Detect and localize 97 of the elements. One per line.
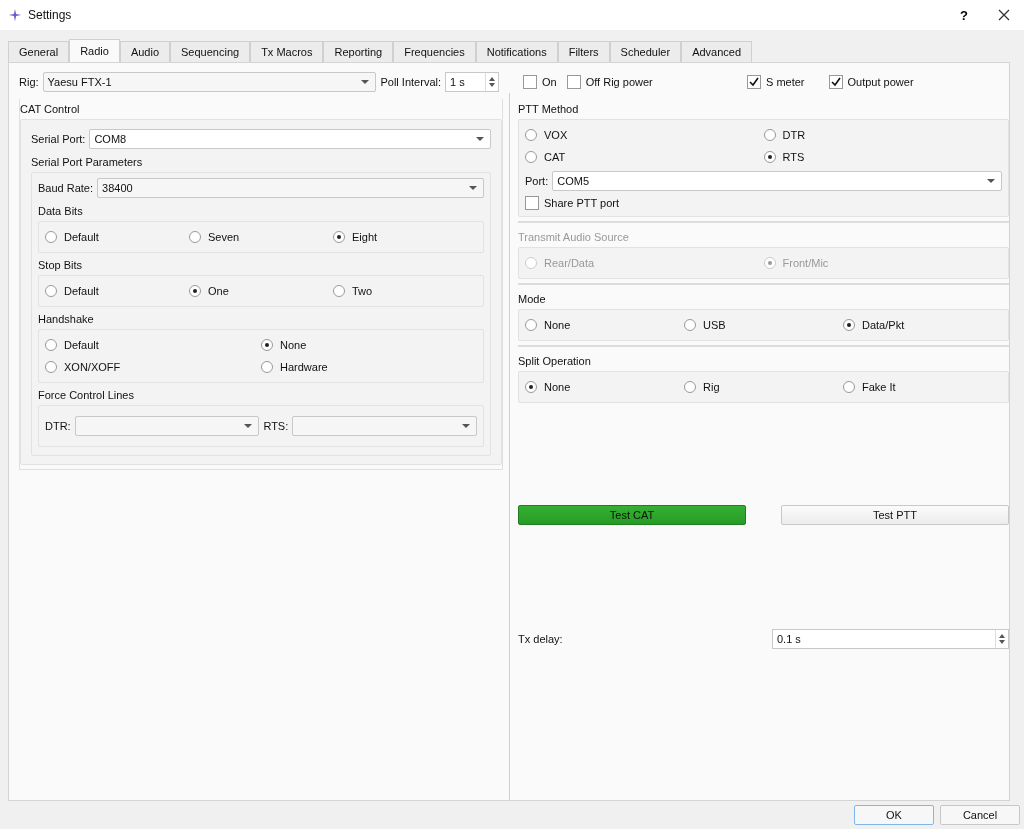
radio-button[interactable] [525,381,537,393]
section-title: Force Control Lines [38,388,135,403]
radio-label: None [544,381,571,393]
radio-label: RTS [782,151,805,163]
checkbox-label: Output power [847,76,914,88]
radio-button[interactable] [189,231,201,243]
checkbox-label: On [542,76,557,88]
tab[interactable]: Filters [557,41,610,62]
poll-interval-label: Poll Interval: [380,76,441,88]
radio-label: XON/XOFF [64,361,121,373]
section-title: Serial Port Parameters [31,155,144,170]
tx-delay-spinbox[interactable]: 0.1 s [772,629,1009,649]
tx-delay-label: Tx delay: [518,633,564,645]
checkbox[interactable] [566,75,581,89]
baud-rate-dropdown[interactable]: 38400 [97,178,484,198]
checkbox-label: Share PTT port [544,197,619,209]
checkbox[interactable] [828,75,843,89]
section-title: CAT Control [20,102,81,117]
radio-button[interactable] [45,339,57,351]
radio-button[interactable] [45,361,57,373]
radio-label: Data/Pkt [862,319,905,331]
radio-button[interactable] [525,129,537,141]
app-icon [8,8,22,22]
window-title: Settings [28,8,72,22]
radio-label: One [208,285,229,297]
test-button[interactable]: Test PTT [781,505,1009,525]
radio-label: Default [64,339,99,351]
port-dropdown[interactable]: COM5 [552,171,1002,191]
rts-label: RTS: [263,420,289,432]
poll-interval-spinbox[interactable]: 1 s [445,72,499,92]
tab[interactable]: Frequencies [393,41,476,62]
dtr-label: DTR: [45,420,71,432]
tab[interactable]: Reporting [323,41,394,62]
radio-label: Hardware [280,361,328,373]
radio-label: Default [64,231,99,243]
tab[interactable]: Scheduler [609,41,682,62]
radio-label: DTR [782,129,806,141]
radio-label: None [280,339,307,351]
radio-label: Front/Mic [782,257,829,269]
checkbox[interactable] [747,75,761,89]
radio-button[interactable] [763,129,776,141]
dialog-button[interactable]: OK [854,805,934,825]
radio-button[interactable] [763,151,776,163]
radio-button[interactable] [684,319,696,331]
radio-label: Fake It [862,381,896,393]
tab[interactable]: Audio [119,41,171,62]
tab[interactable]: Radio [69,39,120,62]
radio-button[interactable] [261,339,273,351]
radio-label: Default [64,285,99,297]
radio-button[interactable] [843,381,855,393]
radio-button[interactable] [684,381,696,393]
radio-button[interactable] [45,285,57,297]
section-title: Stop Bits [38,258,84,273]
radio-label: VOX [544,129,568,141]
dtr-dropdown[interactable] [74,416,260,436]
radio-label: Rear/Data [544,257,595,269]
tab[interactable]: Advanced [681,41,753,62]
rig-dropdown[interactable]: Yaesu FTX-1 [42,72,377,92]
radio-button[interactable] [333,231,345,243]
section-title: PTT Method [518,102,580,117]
serial-port-label: Serial Port: [31,133,86,145]
serial-port-dropdown[interactable]: COM8 [89,129,491,149]
checkbox[interactable] [523,75,537,89]
radio-label: Two [352,285,373,297]
rig-label: Rig: [19,76,39,88]
tab[interactable]: Notifications [475,41,558,62]
section-title: Transmit Audio Source [518,230,630,245]
dialog-button[interactable]: Cancel [940,805,1020,825]
section-title: Handshake [38,312,95,327]
tab[interactable]: General [8,41,70,62]
section-title: Mode [518,292,547,307]
radio-button[interactable] [525,151,537,163]
radio-label: Rig [703,381,720,393]
radio-button[interactable] [333,285,345,297]
checkbox-label: S meter [766,76,805,88]
section-title: Split Operation [518,354,592,369]
checkbox[interactable] [525,196,539,210]
help-button[interactable]: ? [956,7,972,23]
radio-button[interactable] [45,231,57,243]
radio-label: Seven [208,231,240,243]
tab[interactable]: Sequencing [170,41,251,62]
rts-dropdown[interactable] [292,416,477,436]
radio-label: Eight [352,231,378,243]
radio-button[interactable] [525,319,537,331]
radio-button[interactable] [843,319,855,331]
radio-label: USB [703,319,726,331]
section-title: Data Bits [38,204,84,219]
radio-button[interactable] [261,361,273,373]
radio-label: CAT [544,151,566,163]
baud-rate-label: Baud Rate: [38,182,94,194]
radio-button[interactable] [189,285,201,297]
tab[interactable]: Tx Macros [250,41,324,62]
checkbox-label: Off Rig power [585,76,653,88]
radio-label: None [544,319,571,331]
close-icon[interactable] [998,9,1010,21]
port-label: Port: [525,175,549,187]
test-button[interactable]: Test CAT [518,505,746,525]
